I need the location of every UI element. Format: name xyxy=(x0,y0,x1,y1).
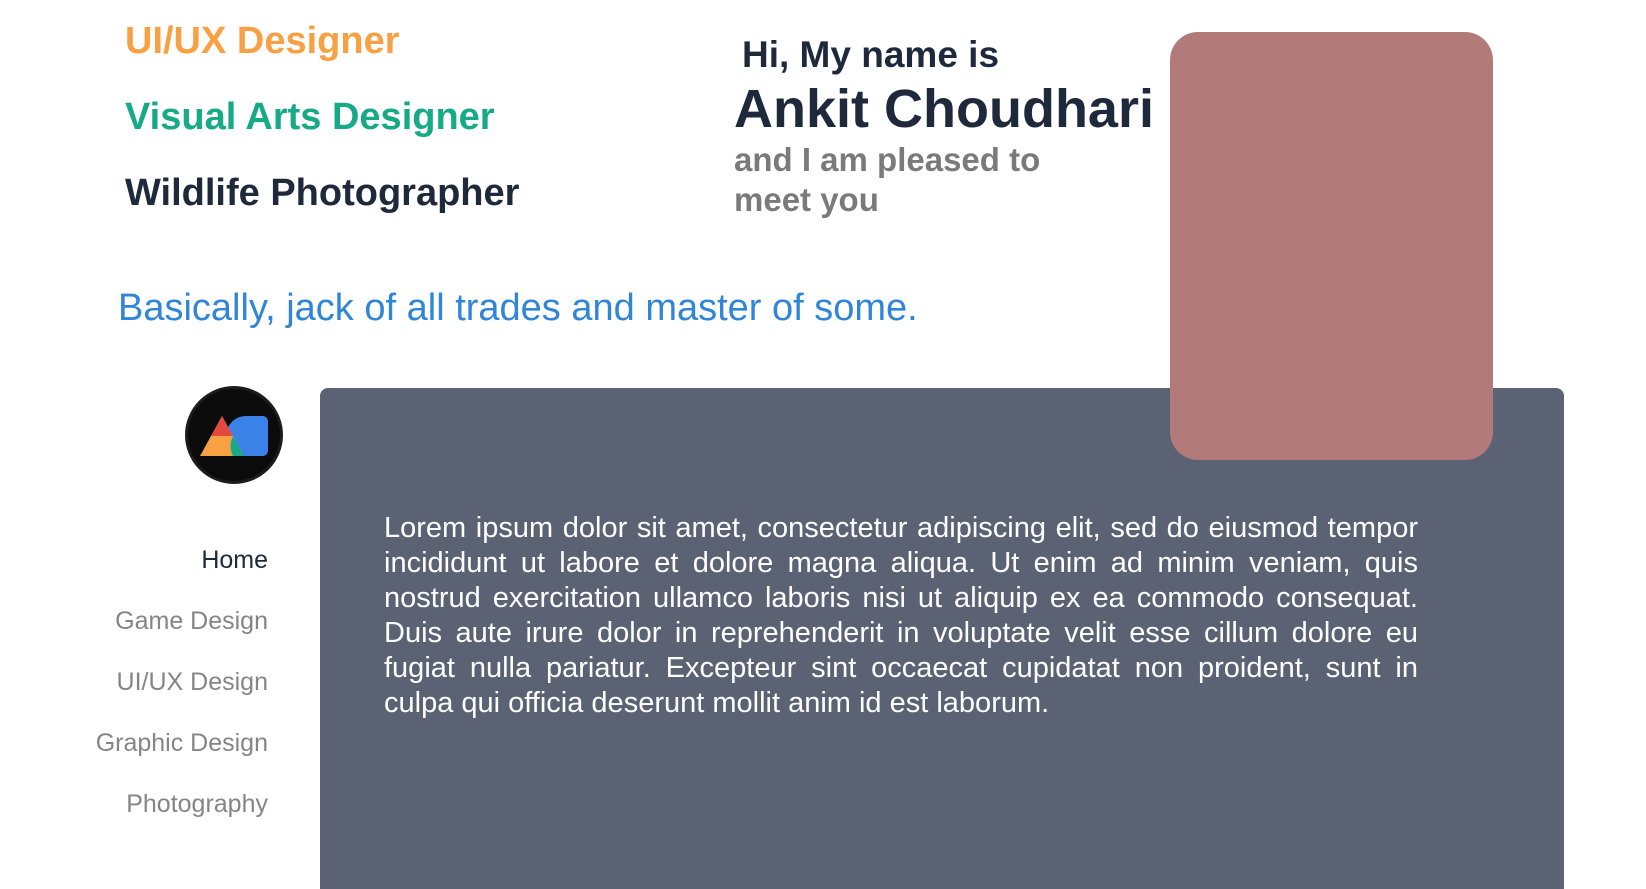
portfolio-page: UI/UX Designer Visual Arts Designer Wild… xyxy=(0,0,1646,889)
role-wildlife-photographer: Wildlife Photographer xyxy=(125,172,520,214)
greeting-subtitle: and I am pleased to meet you xyxy=(734,141,1041,218)
role-visual-arts-designer: Visual Arts Designer xyxy=(125,96,495,138)
content-panel: Lorem ipsum dolor sit amet, consectetur … xyxy=(320,388,1564,889)
nav-item-ui-ux-design[interactable]: UI/UX Design xyxy=(96,662,268,723)
nav-item-photography[interactable]: Photography xyxy=(96,784,268,845)
nav-item-home[interactable]: Home xyxy=(96,540,268,601)
logo-graphic xyxy=(200,416,268,456)
profile-photo-placeholder xyxy=(1170,32,1493,460)
role-ui-ux-designer: UI/UX Designer xyxy=(125,20,400,62)
profile-name: Ankit Choudhari xyxy=(734,79,1154,139)
intro-block: Hi, My name is Ankit Choudhari and I am … xyxy=(734,30,1164,220)
sidebar-nav: Home Game Design UI/UX Design Graphic De… xyxy=(96,540,268,845)
nav-item-game-design[interactable]: Game Design xyxy=(96,601,268,662)
tagline: Basically, jack of all trades and master… xyxy=(118,287,918,329)
about-text: Lorem ipsum dolor sit amet, consectetur … xyxy=(384,512,1418,719)
greeting-text: Hi, My name is xyxy=(742,34,1000,75)
ac-monogram-logo-icon[interactable] xyxy=(185,386,283,484)
nav-item-graphic-design[interactable]: Graphic Design xyxy=(96,723,268,784)
